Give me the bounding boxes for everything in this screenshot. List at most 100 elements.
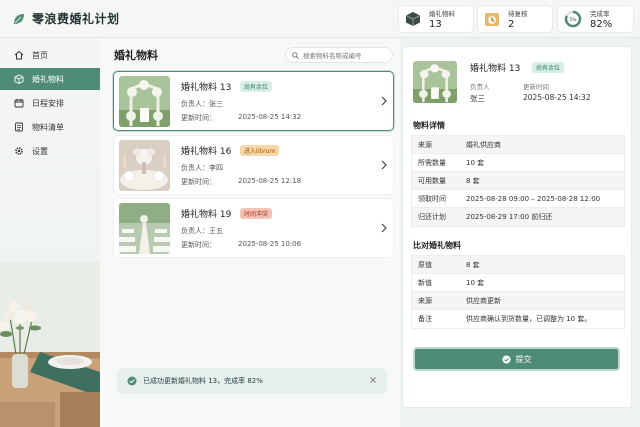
sidebar-item-label: 婚礼物料 <box>32 74 64 84</box>
row-value: 供应商更新 <box>466 296 501 305</box>
close-icon[interactable] <box>369 376 377 384</box>
material-card-19[interactable]: 婚礼物料 19 时间冲突 负责人：王五 更新时间： 2025-08-25 10:… <box>113 198 394 258</box>
submit-button[interactable]: 提交 <box>413 347 620 371</box>
update-time: 2025-08-25 14:32 <box>238 113 302 121</box>
row-key: 新值 <box>418 278 432 287</box>
stat-label: 婚礼物料 <box>429 10 455 18</box>
row-key: 可用数量 <box>418 176 446 185</box>
ring-label: 5% <box>569 17 577 23</box>
sidebar-item-label: 日程安排 <box>32 98 64 108</box>
status-badge: 尚有余位 <box>240 81 273 92</box>
stat-value: 13 <box>429 19 442 30</box>
status-badge: 时间冲突 <box>240 208 273 219</box>
material-thumbnail <box>119 76 170 127</box>
decorative-flower-table-photo <box>0 262 100 427</box>
search-input[interactable]: 搜索物料名称或编号 <box>285 47 393 63</box>
logo: 零浪费婚礼计划 <box>12 10 120 27</box>
material-title: 婚礼物料 16 <box>181 147 232 157</box>
stat-value: 2 <box>508 19 515 30</box>
material-thumbnail <box>119 203 170 254</box>
sidebar-item-settings[interactable]: 设置 <box>0 140 100 162</box>
compare-table: 原值 8 套 新值 10 套 来源 供应商更新 备注 供应商确认到货数量，已调整… <box>411 255 625 329</box>
cube-icon <box>14 74 24 84</box>
row-key: 领取时间 <box>418 194 446 203</box>
chevron-right-icon <box>381 96 387 106</box>
material-title: 婚礼物料 13 <box>181 83 232 93</box>
material-thumbnail <box>119 140 170 191</box>
row-key: 来源 <box>418 296 432 305</box>
materials-list-panel: 婚礼物料 搜索物料名称或编号 婚礼物料 13 尚有余位 负责人：张三 更新时间：… <box>100 38 400 427</box>
stat-materials[interactable]: 婚礼物料 13 <box>398 5 474 33</box>
material-owner: 负责人：王五 <box>181 227 223 235</box>
table-row: 原值 8 套 <box>412 256 624 274</box>
table-row: 领取时间 2025-08-28 09:00 – 2025-08-28 12:00 <box>412 190 624 208</box>
table-row: 可用数量 8 套 <box>412 172 624 190</box>
leaf-icon <box>14 13 24 24</box>
stat-label: 待复核 <box>508 10 528 18</box>
stat-completion[interactable]: 5% 完成率 82% <box>557 5 634 33</box>
details-table: 来源 婚礼供应商 所需数量 10 套 可用数量 8 套 领取时间 2025-08… <box>411 135 625 227</box>
details-section-title: 物料详情 <box>413 121 445 130</box>
sidebar-item-schedule[interactable]: 日程安排 <box>0 92 100 114</box>
progress-ring-icon: 5% <box>564 10 582 28</box>
update-time: 2025-08-25 12:18 <box>238 177 302 185</box>
flower-table-illustration <box>0 262 100 427</box>
submit-label: 提交 <box>515 354 532 364</box>
material-card-13[interactable]: 婚礼物料 13 尚有余位 负责人：张三 更新时间： 2025-08-25 14:… <box>113 71 394 131</box>
material-title: 婚礼物料 19 <box>181 210 232 220</box>
list-icon <box>15 122 23 132</box>
update-time: 2025-08-25 14:32 <box>523 93 591 102</box>
owner-label: 负责人 <box>470 83 490 91</box>
review-icon <box>485 13 499 26</box>
table-row: 所需数量 10 套 <box>412 154 624 172</box>
row-value: 8 套 <box>466 260 480 269</box>
check-circle-icon <box>501 354 511 364</box>
sidebar-item-home[interactable]: 首页 <box>0 44 100 66</box>
status-badge: 进入librum <box>240 145 280 156</box>
row-key: 所需数量 <box>418 158 446 167</box>
stat-value: 82% <box>590 19 613 30</box>
stat-label: 完成率 <box>590 10 610 18</box>
chevron-right-icon <box>381 223 387 233</box>
row-value: 婚礼供应商 <box>466 140 501 149</box>
row-key: 备注 <box>418 315 432 323</box>
compare-section-title: 比对婚礼物料 <box>413 241 461 250</box>
stat-review[interactable]: 待复核 2 <box>477 5 553 33</box>
row-key: 原值 <box>418 260 432 269</box>
row-value: 10 套 <box>466 158 485 167</box>
sidebar-item-label: 首页 <box>32 50 48 60</box>
table-row: 来源 婚礼供应商 <box>412 136 624 154</box>
page-title: 婚礼物料 <box>114 49 158 62</box>
row-value: 2025-08-28 09:00 – 2025-08-28 12:00 <box>466 194 601 203</box>
gear-icon <box>15 147 23 155</box>
sidebar-item-materials[interactable]: 婚礼物料 <box>0 68 100 90</box>
app-title: 零浪费婚礼计划 <box>32 12 120 26</box>
sidebar-item-list[interactable]: 物料清单 <box>0 116 100 138</box>
material-owner: 负责人：张三 <box>181 100 223 108</box>
update-label: 更新时间 <box>523 83 549 91</box>
home-icon <box>14 50 24 60</box>
update-label: 更新时间： <box>181 241 216 249</box>
update-label: 更新时间： <box>181 114 216 122</box>
app-header: 零浪费婚礼计划 婚礼物料 13 待复核 2 5% 完成率 82% <box>0 0 640 38</box>
row-value: 8 套 <box>466 176 480 185</box>
calendar-icon <box>14 99 24 108</box>
box-icon <box>405 12 421 26</box>
detail-thumbnail <box>413 61 457 103</box>
owner-value: 张三 <box>470 94 485 103</box>
material-owner: 负责人：李四 <box>181 164 223 172</box>
chevron-right-icon <box>381 160 387 170</box>
status-badge: 尚有余位 <box>532 62 565 73</box>
material-card-16[interactable]: 婚礼物料 16 进入librum 负责人：李四 更新时间： 2025-08-25… <box>113 135 394 195</box>
row-value: 10 套 <box>466 278 485 287</box>
toast-message: 已成功更新婚礼物料 13，完成率 82% <box>143 377 263 385</box>
row-key: 来源 <box>418 140 432 149</box>
row-key: 归还计划 <box>418 213 446 221</box>
row-value: 2025-08-29 17:00 前归还 <box>466 213 553 221</box>
search-placeholder: 搜索物料名称或编号 <box>303 52 362 60</box>
update-label: 更新时间： <box>181 178 216 186</box>
search-icon <box>292 51 299 59</box>
check-circle-icon <box>127 376 137 386</box>
table-row: 归还计划 2025-08-29 17:00 前归还 <box>412 208 624 226</box>
table-row: 来源 供应商更新 <box>412 292 624 310</box>
